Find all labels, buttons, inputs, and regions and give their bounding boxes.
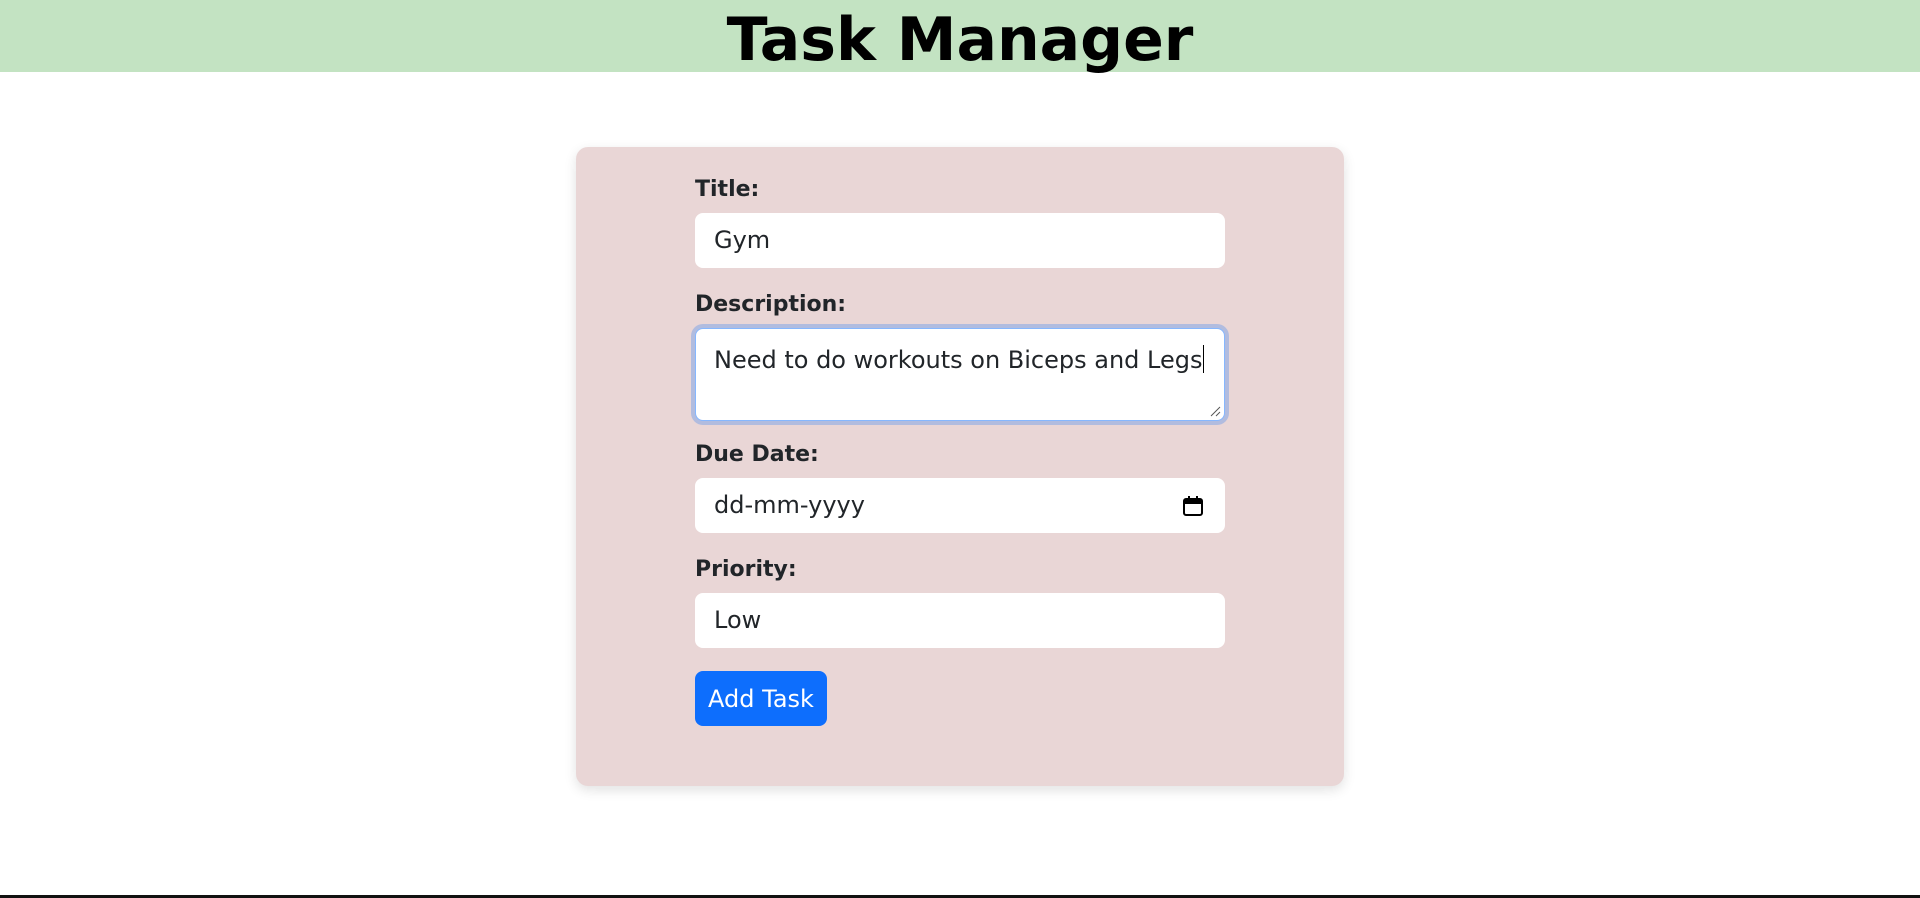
- app-header: Task Manager: [0, 0, 1920, 75]
- priority-label: Priority:: [695, 557, 797, 582]
- task-form-card: Title: Gym Description: Need to do worko…: [576, 147, 1344, 786]
- priority-input[interactable]: Low: [695, 593, 1225, 648]
- resize-handle-icon[interactable]: [1209, 405, 1221, 417]
- title-label: Title:: [695, 177, 760, 202]
- due-date-input[interactable]: dd-mm-yyyy: [695, 478, 1225, 533]
- page-title: Task Manager: [726, 5, 1194, 75]
- title-input[interactable]: Gym: [695, 213, 1225, 268]
- description-text: Need to do workouts on Biceps and Legs: [714, 346, 1203, 374]
- due-date-placeholder: dd-mm-yyyy: [714, 491, 865, 519]
- description-label: Description:: [695, 292, 847, 317]
- due-date-label: Due Date:: [695, 442, 819, 467]
- description-textarea[interactable]: Need to do workouts on Biceps and Legs: [695, 328, 1225, 421]
- calendar-icon[interactable]: [1182, 495, 1204, 517]
- text-caret: [1202, 345, 1204, 373]
- add-task-button[interactable]: Add Task: [695, 671, 827, 726]
